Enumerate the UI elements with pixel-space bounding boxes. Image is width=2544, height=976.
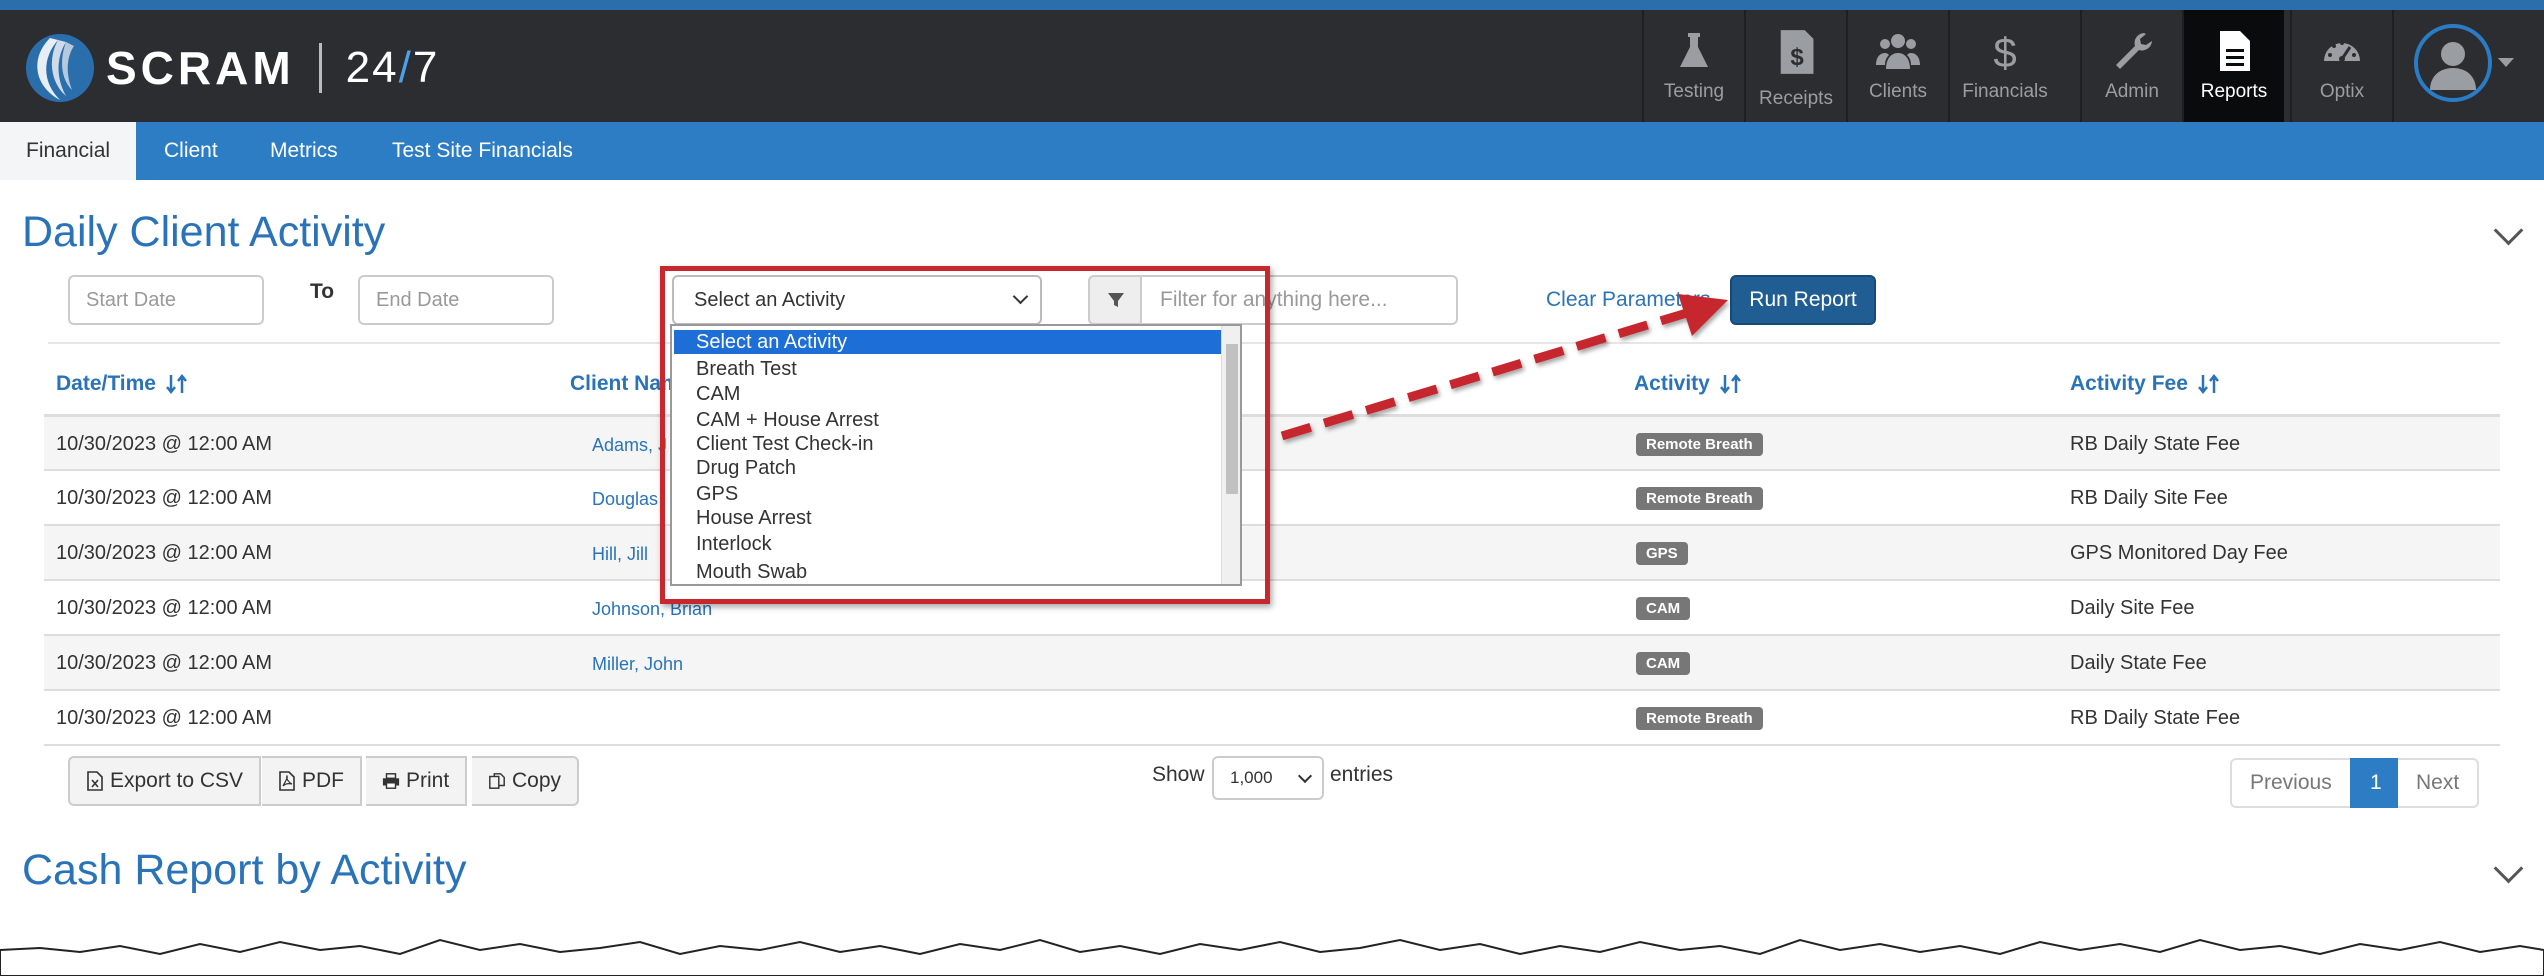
svg-text:$: $	[1993, 29, 2016, 73]
callout-arrow	[1280, 294, 1728, 441]
activity-badge: GPS	[1636, 542, 1688, 565]
row-date: 10/30/2023 @ 12:00 AM	[56, 487, 273, 509]
section-title-cash-report: Cash Report by Activity	[22, 846, 467, 894]
nav-reports[interactable]: Reports	[2182, 10, 2284, 122]
row-date: 10/30/2023 @ 12:00 AM	[56, 542, 273, 564]
client-link[interactable]: Adams, J	[592, 435, 667, 456]
page-size-value: 1,000	[1230, 768, 1273, 787]
nav-label: Clients	[1868, 81, 1928, 102]
nav-label: Reports	[2200, 81, 2268, 102]
activity-badge: CAM	[1636, 652, 1691, 675]
tab-client[interactable]: Client	[138, 122, 244, 180]
report-subnav: Financial Client Metrics Test Site Finan…	[0, 122, 2544, 180]
table-row: 10/30/2023 @ 12:00 AM Johnson, Brian CAM…	[44, 579, 2500, 634]
run-report-button[interactable]: Run Report	[1730, 275, 1876, 325]
tab-test-site-financials[interactable]: Test Site Financials	[366, 122, 599, 180]
table-row: 10/30/2023 @ 12:00 AM Douglas Remote Bre…	[44, 469, 2500, 524]
collapse-chevron-icon[interactable]	[2493, 215, 2524, 246]
scram-logo[interactable]: SCRAM 24/7	[20, 28, 439, 108]
nav-label: Financials	[1962, 81, 2048, 102]
user-icon	[2430, 42, 2476, 90]
copy-icon	[489, 773, 505, 789]
row-fee: RB Daily Site Fee	[2070, 487, 2228, 509]
nav-admin[interactable]: Admin	[2080, 10, 2182, 122]
end-date-input[interactable]: End Date	[358, 275, 554, 325]
row-date: 10/30/2023 @ 12:00 AM	[56, 652, 273, 674]
dashboard-icon	[2324, 41, 2360, 62]
next-page-button[interactable]: Next	[2398, 758, 2480, 808]
dollar-icon: $	[1993, 29, 2016, 73]
row-fee: GPS Monitored Day Fee	[2070, 542, 2288, 564]
row-fee: RB Daily State Fee	[2070, 433, 2241, 455]
nav-testing[interactable]: Testing	[1642, 10, 1744, 122]
export-pdf-button[interactable]: PDF	[262, 756, 362, 806]
activity-badge: Remote Breath	[1636, 487, 1763, 510]
nav-label: Testing	[1663, 81, 1725, 102]
sort-icon	[166, 374, 187, 395]
flask-icon	[1680, 33, 1708, 67]
client-link[interactable]: Miller, John	[592, 654, 683, 675]
export-csv-label: Export to CSV	[110, 769, 244, 792]
page-size-select[interactable]: 1,000	[1212, 756, 1324, 800]
table-row: 10/30/2023 @ 12:00 AM Hill, Jill GPS GPS…	[44, 524, 2500, 579]
file-pdf-icon	[279, 771, 295, 791]
document-icon	[2220, 31, 2250, 71]
users-icon	[1876, 34, 1920, 69]
print-icon	[382, 773, 400, 789]
to-label: To	[310, 280, 335, 303]
print-label: Print	[406, 769, 450, 792]
torn-edge	[0, 938, 2544, 976]
previous-page-button[interactable]: Previous	[2230, 758, 2352, 808]
print-button[interactable]: Print	[366, 756, 468, 806]
row-fee: Daily Site Fee	[2070, 597, 2195, 619]
copy-button[interactable]: Copy	[472, 756, 580, 806]
col-header-date[interactable]: Date/Time	[56, 372, 188, 396]
export-csv-button[interactable]: Export to CSV	[68, 756, 262, 806]
wrench-icon	[2116, 33, 2152, 69]
entries-label: entries	[1330, 763, 1394, 786]
row-date: 10/30/2023 @ 12:00 AM	[56, 433, 273, 455]
collapse-chevron-icon[interactable]	[2493, 853, 2524, 884]
col-header-activity-fee[interactable]: Activity Fee	[2070, 372, 2220, 396]
logo-tagline: 24/7	[345, 43, 440, 92]
row-fee: Daily State Fee	[2070, 652, 2207, 674]
user-menu-caret-icon[interactable]	[2498, 58, 2514, 67]
show-label: Show	[1152, 763, 1205, 786]
file-excel-icon	[87, 771, 103, 791]
logo-swoosh-icon	[26, 34, 94, 102]
sort-icon	[2197, 374, 2219, 395]
client-link[interactable]: Douglas	[592, 489, 658, 510]
nav-label: Optix	[2319, 81, 2365, 102]
export-pdf-label: PDF	[302, 769, 344, 792]
nav-financials[interactable]: $ Financials	[1948, 10, 2060, 122]
nav-label: Admin	[2105, 81, 2159, 102]
receipt-icon: $	[1780, 30, 1814, 74]
logo-wordmark: SCRAM	[106, 42, 295, 94]
tab-financial[interactable]: Financial	[0, 122, 137, 180]
start-date-input[interactable]: Start Date	[68, 275, 264, 325]
chevron-down-icon	[1297, 768, 1313, 784]
row-fee: RB Daily State Fee	[2070, 707, 2241, 729]
activity-badge: Remote Breath	[1636, 707, 1763, 730]
nav-receipts[interactable]: $ Receipts	[1744, 10, 1846, 122]
nav-optix[interactable]: Optix	[2290, 10, 2392, 122]
copy-label: Copy	[512, 769, 562, 792]
page-1-button[interactable]: 1	[2350, 758, 2402, 808]
row-date: 10/30/2023 @ 12:00 AM	[56, 707, 273, 729]
user-avatar[interactable]	[2414, 24, 2492, 102]
nav-clients[interactable]: Clients	[1846, 10, 1948, 122]
tab-metrics[interactable]: Metrics	[244, 122, 364, 180]
table-row: 10/30/2023 @ 12:00 AM Miller, John CAM D…	[44, 634, 2500, 689]
row-date: 10/30/2023 @ 12:00 AM	[56, 597, 273, 619]
section-title-daily-client-activity: Daily Client Activity	[22, 208, 386, 256]
nav-label: Receipts	[1759, 88, 1833, 109]
svg-text:$: $	[1790, 44, 1804, 71]
table-row: 10/30/2023 @ 12:00 AM Remote Breath RB D…	[44, 689, 2500, 746]
logo-separator	[318, 43, 322, 93]
top-accent-line	[0, 0, 2544, 10]
activity-badge: CAM	[1636, 597, 1691, 620]
highlight-box	[660, 266, 1270, 604]
client-link[interactable]: Hill, Jill	[592, 544, 648, 565]
